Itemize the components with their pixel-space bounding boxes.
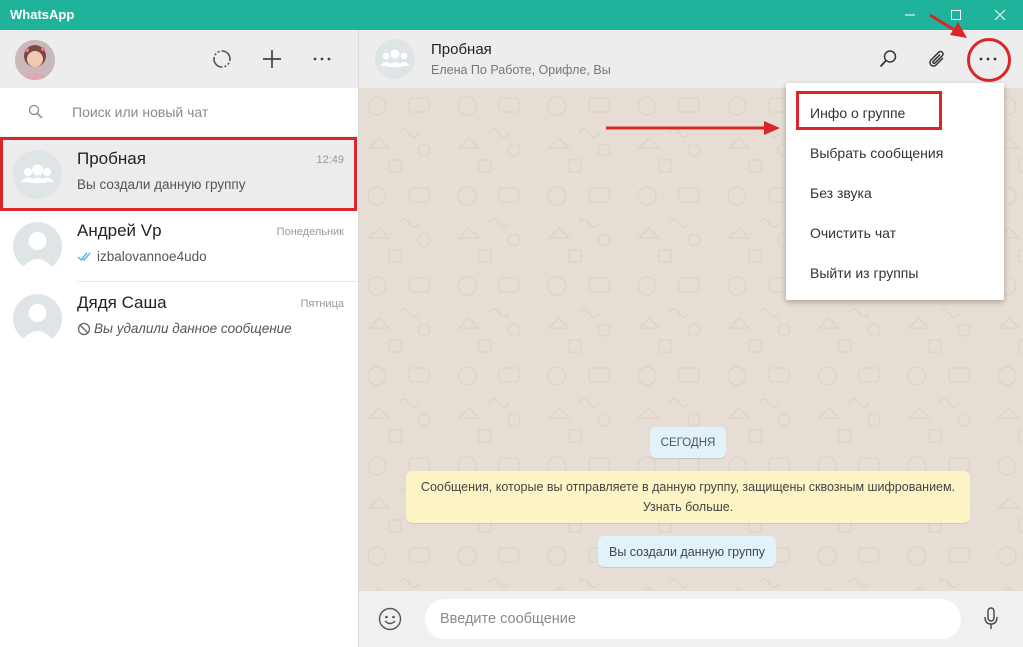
sidebar-header [0,30,358,88]
chat-time: Пятница [300,298,344,310]
chat-time: Понедельник [276,226,344,238]
emoji-icon[interactable] [378,607,402,631]
menu-item-clear-chat[interactable]: Очистить чат [786,213,1004,253]
profile-photo [15,40,55,80]
search-messages-button[interactable] [873,44,903,74]
menu-item-mute[interactable]: Без звука [786,173,1004,213]
chat-last-message-row: Вы удалили данное сообщение [77,321,292,336]
menu-item-select-messages[interactable]: Выбрать сообщения [786,133,1004,173]
chat-last-message-row: izbalovannoe4udo [77,249,207,264]
sidebar: Пробная 12:49 Вы создали данную группу А… [0,30,359,647]
conversation-title: Пробная [431,41,492,58]
search-icon [28,104,43,119]
minimize-button[interactable] [887,0,933,30]
profile-avatar[interactable] [15,40,55,80]
search-icon [879,50,897,68]
chat-name: Андрей Vp [77,221,162,240]
microphone-icon[interactable] [983,607,999,631]
annotation-circle-menu-button [967,38,1011,82]
composer [359,591,1023,647]
encryption-notice[interactable]: Сообщения, которые вы отправляете в данн… [406,471,970,523]
search-input[interactable] [70,98,344,126]
person-icon [20,232,55,271]
date-divider: СЕГОДНЯ [650,427,726,458]
person-icon [20,304,55,343]
sidebar-menu-button[interactable] [307,44,337,74]
title-bar: WhatsApp [0,0,1023,30]
double-check-icon [77,252,91,262]
search-bar [0,88,358,137]
group-avatar[interactable] [375,39,415,79]
app-title: WhatsApp [10,7,75,22]
maximize-button[interactable] [933,0,979,30]
conversation-members: Елена По Работе, Орифле, Вы [431,63,611,77]
paperclip-icon [929,50,944,67]
message-input[interactable] [425,599,961,639]
group-icon [380,49,410,67]
deleted-icon [77,322,91,335]
status-icon [213,50,231,68]
menu-item-label: Очистить чат [810,225,897,241]
annotation-highlight-chat [0,137,357,211]
annotation-highlight-menu-item [796,91,942,130]
chat-last-message: izbalovannoe4udo [97,249,207,264]
chat-item-andrey[interactable]: Андрей Vp Понедельник izbalovannoe4udo [0,210,358,282]
maximize-icon [951,10,961,20]
attach-button[interactable] [923,44,953,74]
learn-more-link[interactable]: Узнать больше. [406,500,970,514]
plus-icon [263,50,281,68]
close-button[interactable] [977,0,1023,30]
status-button[interactable] [207,44,237,74]
minimize-icon [905,14,915,16]
chat-name: Дядя Саша [77,293,167,312]
chat-item-dyadya-sasha[interactable]: Дядя Саша Пятница Вы удалили данное сооб… [0,282,358,354]
chat-last-message: Вы удалили данное сообщение [94,321,292,336]
menu-item-label: Выбрать сообщения [810,145,944,161]
menu-item-label: Без звука [810,185,872,201]
contact-avatar [13,222,62,271]
more-icon [313,57,331,61]
contact-avatar [13,294,62,343]
close-icon [994,9,1006,21]
system-message: Вы создали данную группу [598,536,776,567]
menu-item-label: Выйти из группы [810,265,919,281]
encryption-notice-text: Сообщения, которые вы отправляете в данн… [420,480,956,494]
conversation-header[interactable]: Пробная Елена По Работе, Орифле, Вы [359,30,1023,88]
new-chat-button[interactable] [257,44,287,74]
menu-item-exit-group[interactable]: Выйти из группы [786,253,1004,293]
